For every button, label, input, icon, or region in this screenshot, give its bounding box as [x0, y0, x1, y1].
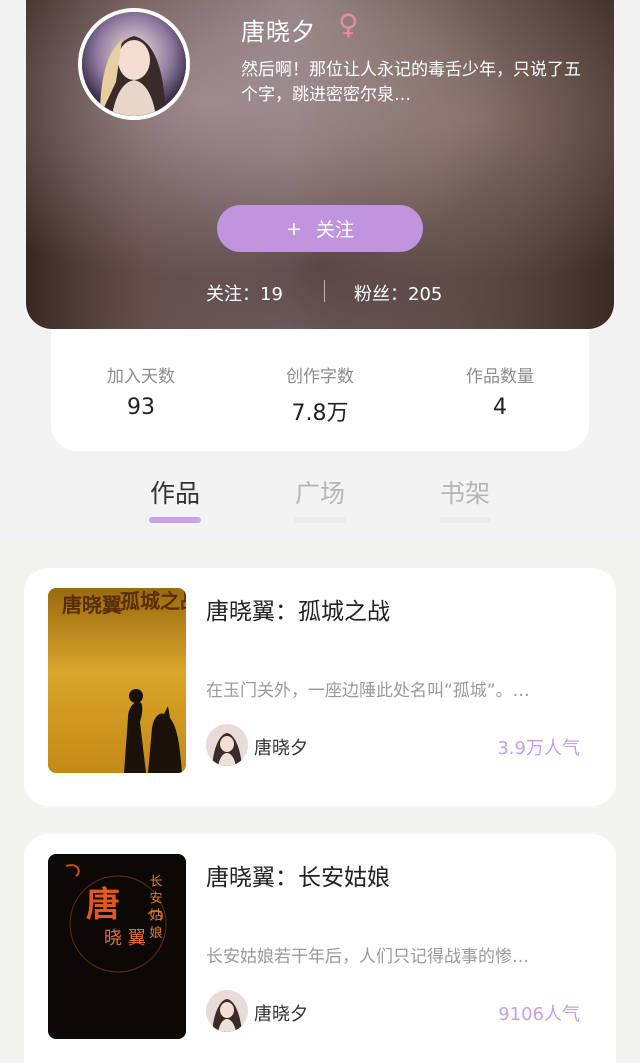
author-name[interactable]: 唐晓夕: [254, 1000, 308, 1026]
book-card[interactable]: 唐 晓 翼 长 安 姑 娘 唐晓翼：长安姑娘 长安姑娘若干年后，人们只记得战事的…: [24, 834, 616, 1063]
stat-word-count: 创作字数 7.8万: [240, 362, 400, 427]
cover-text: 唐晓翼: [62, 593, 122, 617]
stat-value: 7.8万: [291, 401, 349, 426]
stat-join-days: 加入天数 93: [61, 362, 221, 420]
stat-label: 加入天数: [107, 367, 175, 387]
book-cover[interactable]: 唐 晓 翼 长 安 姑 娘: [48, 854, 186, 1039]
stats-divider: [324, 280, 325, 302]
stat-value: 93: [127, 395, 155, 420]
profile-avatar[interactable]: [78, 8, 190, 120]
book-title[interactable]: 唐晓翼：孤城之战: [206, 592, 390, 626]
follow-stats: 关注：19 粉丝：205: [26, 278, 614, 306]
tab-works[interactable]: 作品: [135, 474, 215, 510]
book-card[interactable]: 唐晓翼 孤城之战 唐晓翼：孤城之战 在玉门关外，一座边陲此处名叫“孤城”。… 唐…: [24, 568, 616, 806]
tab-bookshelf[interactable]: 书架: [425, 474, 505, 510]
stat-label: 作品数量: [466, 367, 534, 387]
cover-text: 唐: [86, 885, 120, 925]
tab-active-indicator: [149, 517, 201, 523]
profile-username: 唐晓夕: [241, 18, 316, 46]
book-description: 长安姑娘若干年后，人们只记得战事的惨…: [206, 947, 529, 967]
follow-button[interactable]: + 关注: [217, 205, 423, 252]
author-name[interactable]: 唐晓夕: [254, 734, 308, 760]
cover-text: 孤城之战: [120, 589, 186, 613]
popularity-count: 9106人气: [498, 1004, 580, 1025]
book-title[interactable]: 唐晓翼：长安姑娘: [206, 858, 390, 892]
author-stats-card: 加入天数 93 创作字数 7.8万 作品数量 4: [51, 329, 589, 451]
stat-value: 4: [493, 395, 507, 420]
author-avatar[interactable]: [206, 724, 248, 766]
profile-bio: 然后啊！那位让人永记的毒舌少年，只说了五个字，跳进密密尔泉…: [241, 60, 581, 105]
cover-text: 长 安 姑 娘: [147, 874, 163, 940]
book-description: 在玉门关外，一座边陲此处名叫“孤城”。…: [206, 681, 530, 701]
stat-works-count: 作品数量 4: [420, 362, 580, 420]
author-avatar[interactable]: [206, 990, 248, 1032]
tab-indicator: [294, 517, 346, 523]
cover-text: 晓 翼: [104, 928, 146, 949]
tab-plaza[interactable]: 广场: [280, 474, 360, 510]
tab-indicator: [439, 517, 491, 523]
popularity-count: 3.9万人气: [497, 738, 580, 759]
following-count[interactable]: 关注：19: [206, 280, 283, 306]
fans-count[interactable]: 粉丝：205: [354, 280, 442, 306]
book-cover[interactable]: 唐晓翼 孤城之战: [48, 588, 186, 773]
plus-icon: +: [286, 217, 302, 240]
female-icon: ♀: [338, 8, 359, 41]
stat-label: 创作字数: [286, 367, 354, 387]
follow-button-label: 关注: [315, 219, 354, 241]
profile-header: 唐晓夕 ♀ 然后啊！那位让人永记的毒舌少年，只说了五个字，跳进密密尔泉… + 关…: [26, 0, 614, 329]
